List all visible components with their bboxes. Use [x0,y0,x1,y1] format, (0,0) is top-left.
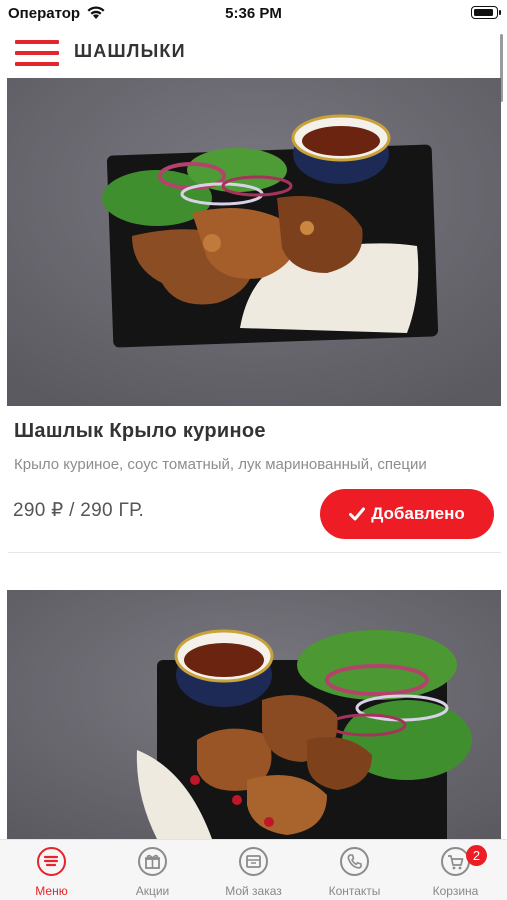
tab-contacts[interactable]: Контакты [304,840,405,900]
tab-bar: Меню Акции Мой заказ Контакты 2 Корзина [0,839,507,900]
tab-promotions[interactable]: Акции [102,840,203,900]
cart-badge: 2 [466,845,487,866]
phone-icon [340,847,369,876]
product-image[interactable] [7,78,501,406]
tab-label: Меню [35,884,68,898]
tab-my-order[interactable]: Мой заказ [203,840,304,900]
header: ШАШЛЫКИ [0,28,507,78]
gift-icon [138,847,167,876]
tab-label: Контакты [328,884,381,898]
added-button[interactable]: Добавлено [320,489,494,539]
added-button-label: Добавлено [371,504,465,523]
product-image[interactable] [7,590,501,839]
card-divider [8,552,501,553]
battery-icon [471,6,501,19]
status-time: 5:36 PM [225,5,282,22]
checkmark-icon [349,507,366,521]
tab-cart[interactable]: 2 Корзина [405,840,506,900]
tab-label: Акции [135,884,170,898]
hamburger-icon[interactable] [15,40,59,66]
menu-list-icon [37,847,66,876]
product-price: 290 ₽ / 290 ГР. [13,500,145,521]
product-description: Крыло куриное, соус томатный, лук марино… [14,456,427,473]
chicken-kebab-photo [7,590,501,839]
tab-label: Корзина [432,884,479,898]
product-card [0,590,507,839]
tab-menu[interactable]: Меню [1,840,102,900]
chicken-wings-photo [7,78,501,406]
page-title: ШАШЛЫКИ [74,41,186,61]
product-card: Шашлык Крыло куриное Крыло куриное, соус… [0,78,507,556]
status-bar: Оператор 5:36 PM [0,0,507,28]
product-name[interactable]: Шашлык Крыло куриное [14,420,266,443]
tab-label: Мой заказ [225,884,282,898]
order-box-icon [239,847,268,876]
